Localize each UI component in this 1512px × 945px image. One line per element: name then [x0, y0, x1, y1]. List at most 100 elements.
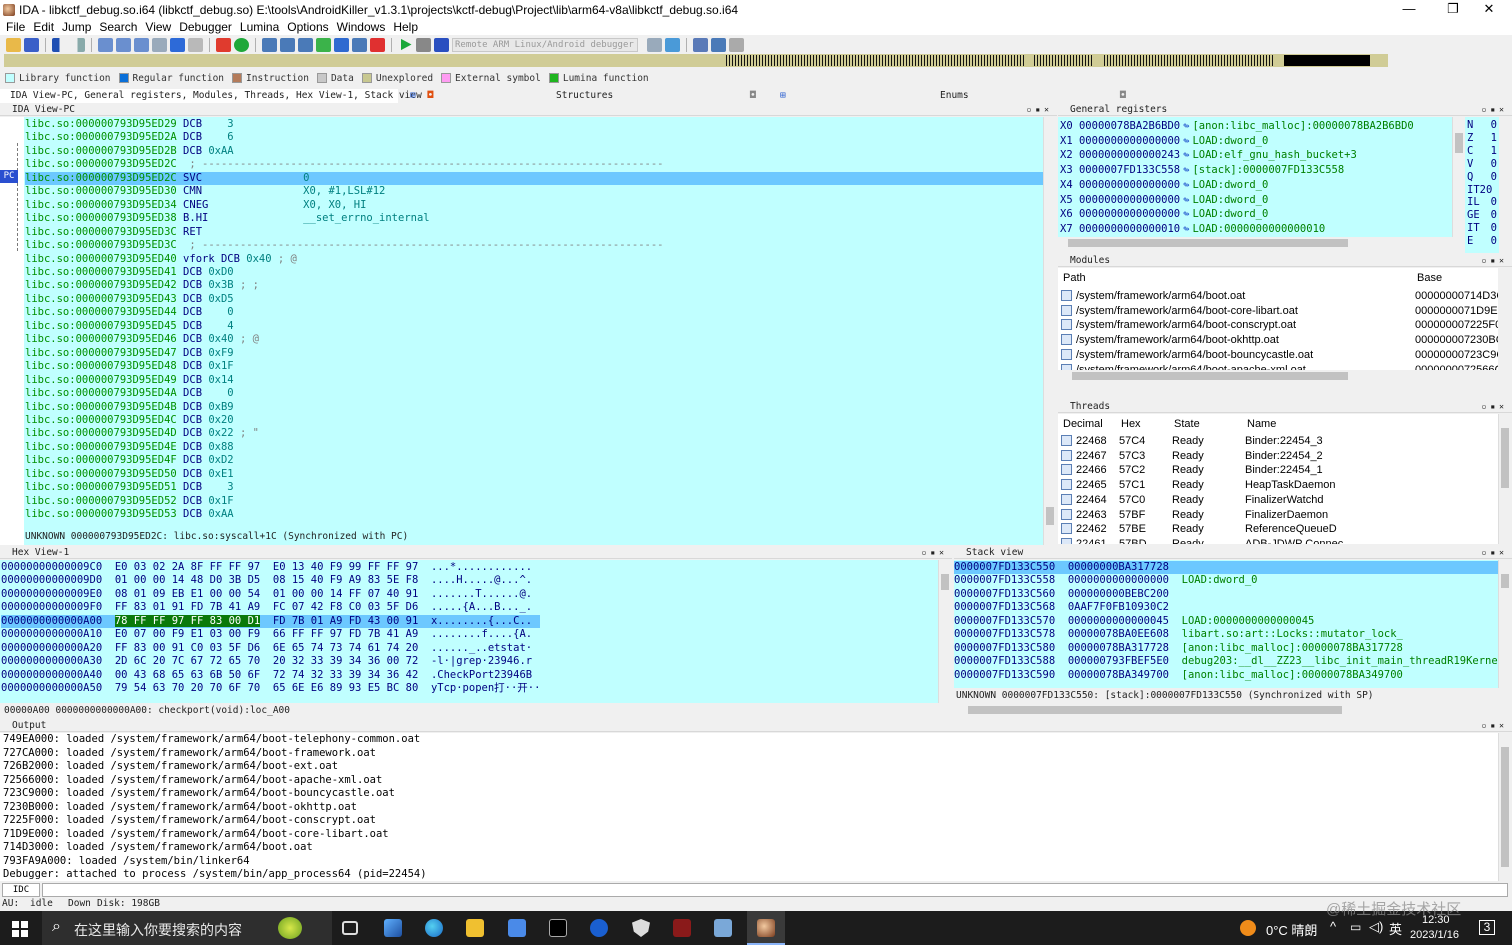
back-arrow-icon[interactable]	[52, 37, 67, 52]
hex-row[interactable]: 00000000000009F0 FF 83 01 91 FD 7B 41 A9…	[1, 601, 540, 614]
open-folder-icon[interactable]	[6, 37, 21, 52]
hex-ascii[interactable]: ......_..etstat·	[431, 642, 532, 654]
flag-row[interactable]: C1	[1467, 145, 1497, 158]
register-row[interactable]: X6 0000000000000000 ↬ LOAD:dword_0	[1060, 207, 1414, 222]
menu-windows[interactable]: Windows	[333, 20, 390, 34]
menu-options[interactable]: Options	[283, 20, 332, 34]
task-view-icon[interactable]	[342, 921, 358, 935]
menu-file[interactable]: File	[2, 20, 29, 34]
threads-col-decimal[interactable]: Decimal	[1063, 416, 1103, 432]
graph-icon[interactable]	[262, 37, 277, 52]
app-icon[interactable]	[590, 919, 608, 937]
step-icon[interactable]	[647, 37, 662, 52]
stack-value[interactable]: 00000078BA349700	[1068, 669, 1169, 681]
pane-controls-icon[interactable]: ▫▪✕	[1482, 547, 1508, 559]
disasm-line[interactable]: libc.so:000000793D95ED51 DCB 3	[25, 481, 1043, 494]
flag-row[interactable]: V0	[1467, 158, 1497, 171]
flag-row[interactable]: E0	[1467, 235, 1497, 248]
modules-col-path[interactable]: Path	[1063, 270, 1086, 286]
register-reference[interactable]: LOAD:dword_0	[1192, 194, 1268, 206]
app-icon[interactable]	[673, 919, 691, 937]
stack-value[interactable]: 00000000BA317728	[1068, 561, 1169, 573]
debugger-select[interactable]: Remote ARM Linux/Android debugger	[452, 37, 638, 52]
disasm-line[interactable]: libc.so:000000793D95ED48 DCB 0x1F	[25, 360, 1043, 373]
taskbar-search-box[interactable]: ⌕ 在这里输入你要搜索的内容	[42, 911, 332, 945]
stack-reference[interactable]: libart.so:art::Locks::mutator_lock_	[1182, 628, 1403, 640]
disasm-line[interactable]: libc.so:000000793D95ED53 DCB 0xAA	[25, 508, 1043, 521]
disasm-line[interactable]: libc.so:000000793D95ED4E DCB 0x88	[25, 441, 1043, 454]
chevron-up-icon[interactable]: ^	[1330, 919, 1336, 934]
menu-edit[interactable]: Edit	[29, 20, 58, 34]
volume-icon[interactable]: ◁)	[1369, 919, 1383, 935]
stack-value[interactable]: 0000000000000045	[1068, 615, 1169, 627]
disasm-line[interactable]: libc.so:000000793D95ED49 DCB 0x14	[25, 374, 1043, 387]
register-row[interactable]: X5 0000000000000000 ↬ LOAD:dword_0	[1060, 193, 1414, 208]
registers-scrollbar[interactable]	[1452, 117, 1465, 237]
pane-controls-icon[interactable]: ▫▪✕	[1482, 104, 1508, 116]
stack-reference[interactable]: [anon:libc_malloc]:00000078BA317728	[1182, 642, 1403, 654]
notification-icon[interactable]: 3	[1479, 920, 1495, 935]
disasm-line[interactable]: libc.so:000000793D95ED40 vfork DCB 0x40 …	[25, 253, 1043, 266]
refresh-icon[interactable]	[665, 37, 680, 52]
ime-indicator[interactable]: 英	[1389, 919, 1402, 938]
flag-row[interactable]: IT20	[1467, 184, 1497, 197]
output-pane[interactable]: 749EA000: loaded /system/framework/arm64…	[0, 733, 1498, 881]
register-value[interactable]: 0000007FD133C558	[1079, 164, 1180, 176]
threads-col-hex[interactable]: Hex	[1121, 416, 1141, 432]
scrollbar-thumb[interactable]	[941, 574, 949, 590]
close-tab-icon[interactable]: ◘	[1120, 89, 1126, 103]
hex-view-pane[interactable]: 00000000000009C0 E0 03 02 2A 8F FF FF 97…	[0, 560, 938, 703]
tab-structures[interactable]: ⊞ Structures ◘	[410, 89, 758, 103]
register-row[interactable]: X4 0000000000000000 ↬ LOAD:dword_0	[1060, 178, 1414, 193]
stack-value[interactable]: 000000000BEBC200	[1068, 588, 1169, 600]
hex-ascii[interactable]: .CheckPort23946B	[431, 669, 532, 681]
thread-row[interactable]: 22464 57C0 Ready FinalizerWatchd	[1061, 493, 1497, 508]
pane-controls-icon[interactable]: ▫▪✕	[922, 547, 948, 559]
output-scrollbar[interactable]	[1498, 733, 1511, 881]
hex-row[interactable]: 0000000000000A00 78 FF FF 97 FF 83 00 D1…	[1, 614, 541, 629]
module-row[interactable]: /system/framework/arm64/boot-bouncycastl…	[1061, 348, 1498, 363]
register-reference[interactable]: LOAD:0000000000000010	[1192, 223, 1325, 235]
hex-bytes-low[interactable]: FF 83 00 91 C0 03 5F D6	[115, 642, 260, 654]
registers-hscrollbar[interactable]	[1058, 237, 1452, 249]
flag-row[interactable]: GE 0	[1467, 209, 1497, 222]
register-reference[interactable]: [anon:libc_malloc]:00000078BA2B6BD0	[1192, 120, 1413, 132]
threads-col-name[interactable]: Name	[1247, 416, 1277, 432]
hex-ascii[interactable]: .....{A...B..._.	[431, 601, 532, 613]
modules-pane[interactable]: Path Base /system/framework/arm64/boot.o…	[1058, 268, 1498, 370]
disasm-line[interactable]: libc.so:000000793D95ED2C ; -------------…	[25, 158, 1043, 171]
stack-row[interactable]: 0000007FD133C590 00000078BA349700 [anon:…	[954, 669, 1498, 682]
stack-reference[interactable]: [anon:libc_malloc]:00000078BA349700	[1182, 669, 1403, 681]
hex-bytes-high[interactable]: E0 13 40 F9 99 FF FF 97	[273, 561, 418, 573]
module-row[interactable]: /system/framework/arm64/boot-core-libart…	[1061, 304, 1498, 319]
menu-help[interactable]: Help	[389, 20, 422, 34]
stack-row[interactable]: 0000007FD133C578 00000078BA0EE608 libart…	[954, 628, 1498, 641]
hex-bytes-low[interactable]: E0 03 02 2A 8F FF FF 97	[115, 561, 260, 573]
store-icon[interactable]	[508, 919, 526, 937]
module-row[interactable]: /system/framework/arm64/boot.oat 00000000…	[1061, 289, 1498, 304]
register-value[interactable]: 0000000000000010	[1079, 223, 1180, 235]
register-value[interactable]: 0000000000000243	[1079, 149, 1180, 161]
disasm-line[interactable]: libc.so:000000793D95ED2A DCB 6	[25, 131, 1043, 144]
thread-row[interactable]: 22466 57C2 Ready Binder:22454_1	[1061, 463, 1497, 478]
hex-bytes-low[interactable]: E0 07 00 F9 E1 03 00 F9	[115, 628, 260, 640]
pane-controls-icon[interactable]: ▫▪✕	[1482, 401, 1508, 413]
disasm-line[interactable]: libc.so:000000793D95ED52 DCB 0x1F	[25, 495, 1043, 508]
disasm-line[interactable]: libc.so:000000793D95ED47 DCB 0xF9	[25, 347, 1043, 360]
stack-row[interactable]: 0000007FD133C580 00000078BA317728 [anon:…	[954, 642, 1498, 655]
save-icon[interactable]	[24, 37, 39, 52]
ida-view-pane[interactable]: PC libc.so:000000793D95ED29 DCB 3 libc.so…	[0, 117, 1043, 545]
stack-view-pane[interactable]: 0000007FD133C550 00000000BA317728 000000…	[954, 560, 1498, 688]
function-icon[interactable]	[280, 37, 295, 52]
register-reference[interactable]: [stack]:0000007FD133C558	[1192, 164, 1344, 176]
hex-bytes-low[interactable]: 78 FF FF 97 FF 83 00 D1	[114, 614, 261, 627]
module-row[interactable]: /system/framework/arm64/boot-apache-xml.…	[1061, 363, 1498, 370]
tool-icon[interactable]	[188, 37, 203, 52]
ida-view-scrollbar[interactable]	[1043, 117, 1056, 545]
stack-value[interactable]: 0000000000000000	[1068, 574, 1169, 586]
flag-row[interactable]: Z1	[1467, 132, 1497, 145]
disasm-line[interactable]: libc.so:000000793D95ED2B DCB 0xAA	[25, 145, 1043, 158]
weather-icon[interactable]	[1240, 920, 1256, 936]
hex-ascii[interactable]: ........f....{A.	[431, 628, 532, 640]
disasm-line[interactable]: libc.so:000000793D95ED43 DCB 0xD5	[25, 293, 1043, 306]
